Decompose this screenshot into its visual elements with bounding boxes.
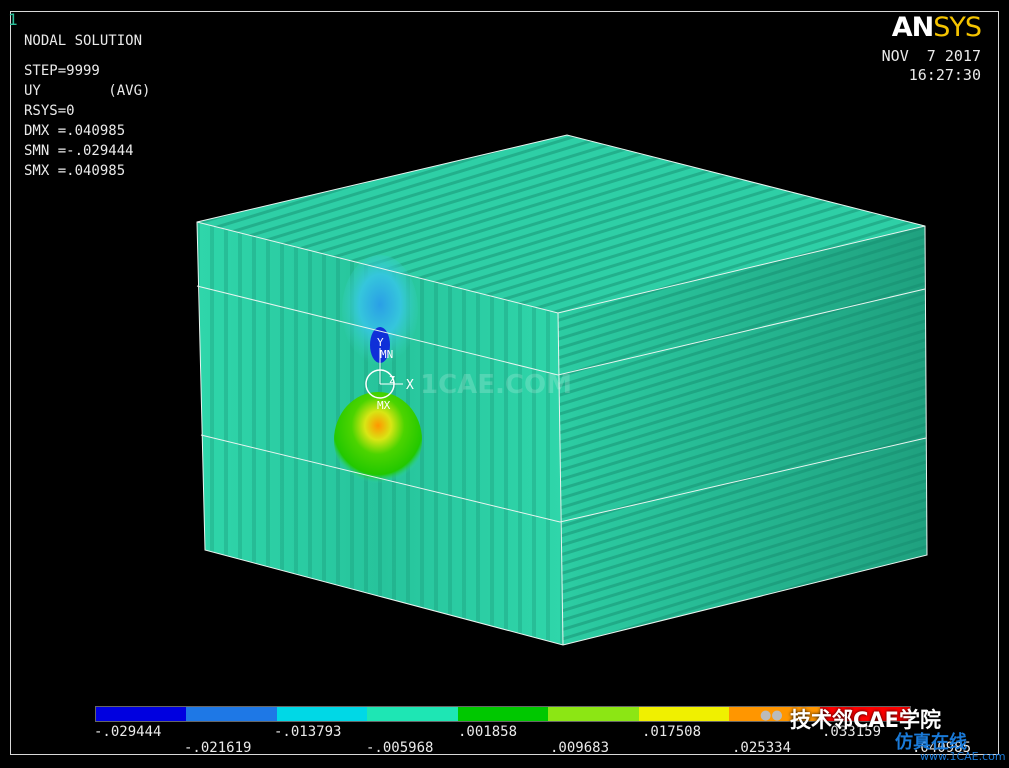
legend-swatch-2 [186,707,277,721]
legend-swatch-6 [548,707,639,721]
legend-label-4: -.005968 [366,740,434,756]
legend-swatch-7 [638,707,730,721]
corner-watermark-url: www.1CAE.com [920,750,1006,763]
legend-label-5: .001858 [458,724,518,740]
legend-label-8: .025334 [732,740,792,756]
legend-label-3: -.013793 [274,724,342,740]
max-marker-label: MX [377,399,391,412]
min-marker-label: MN [380,348,393,361]
x-axis-label: X [406,378,414,393]
legend-swatch-5 [457,707,549,721]
legend-label-6: .009683 [550,740,610,756]
z-axis-label: Z [389,375,395,386]
site-watermark: 1CAE.COM [420,370,572,400]
legend-swatch-1 [96,707,187,721]
legend-label-2: -.021619 [184,740,252,756]
legend-swatch-3 [276,707,368,721]
model-view[interactable]: Y X Z MN MX 1CAE.COM [0,0,1009,700]
wechat-icon: ●● [760,708,783,723]
contour-legend-bar [95,706,911,722]
legend-label-1: -.029444 [94,724,162,740]
legend-label-7: .017508 [642,724,702,740]
legend-swatch-4 [367,707,458,721]
